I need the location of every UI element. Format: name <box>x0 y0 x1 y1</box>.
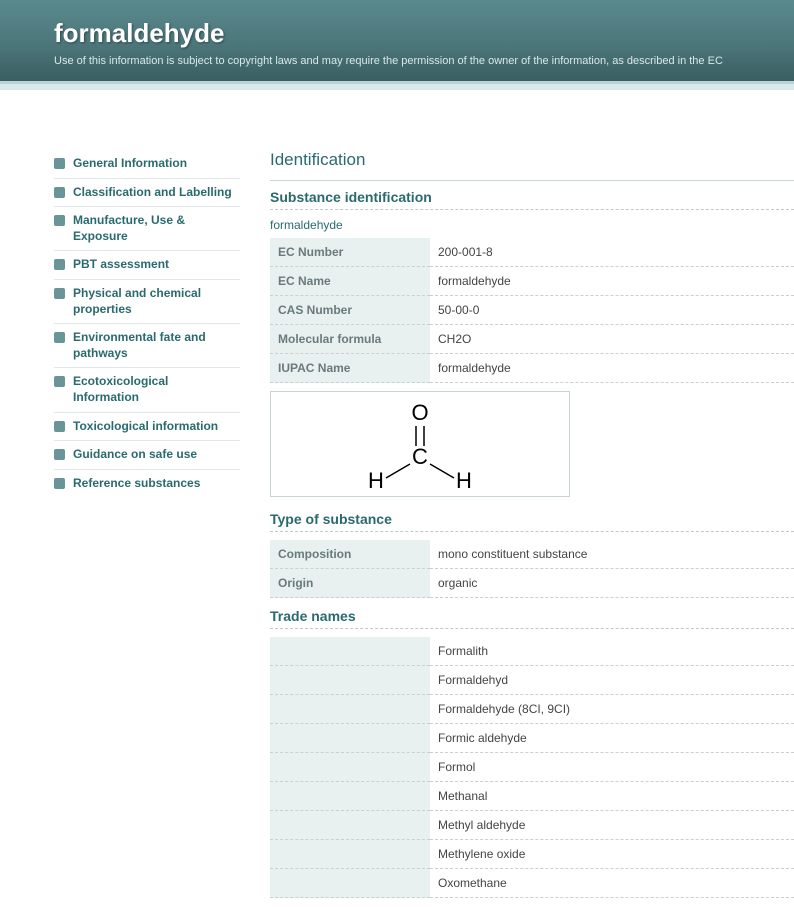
bullet-icon <box>54 288 65 299</box>
trade-name-value: Methylene oxide <box>430 840 794 869</box>
row-label: IUPAC Name <box>270 354 430 383</box>
bullet-icon <box>54 158 65 169</box>
trade-names-table: Formalith Formaldehyd Formaldehyde (8CI,… <box>270 637 794 898</box>
row-label: Molecular formula <box>270 325 430 354</box>
sidebar-item-label: Guidance on safe use <box>73 447 197 463</box>
type-table: Composition mono constituent substance O… <box>270 540 794 598</box>
sidebar-item-general-information[interactable]: General Information <box>54 150 240 179</box>
row-value: 50-00-0 <box>430 296 794 325</box>
sidebar-item-toxicological-information[interactable]: Toxicological information <box>54 413 240 442</box>
table-row: EC Number 200-001-8 <box>270 238 794 267</box>
section-trade-names: Trade names <box>270 608 794 629</box>
empty-cell <box>270 637 430 666</box>
empty-cell <box>270 695 430 724</box>
table-row: Formalith <box>270 637 794 666</box>
sidebar-item-label: Environmental fate and pathways <box>73 330 236 361</box>
table-row: CAS Number 50-00-0 <box>270 296 794 325</box>
bullet-icon <box>54 376 65 387</box>
page-header: formaldehyde Use of this information is … <box>0 0 794 84</box>
empty-cell <box>270 811 430 840</box>
svg-text:C: C <box>412 444 428 469</box>
trade-name-value: Methanal <box>430 782 794 811</box>
empty-cell <box>270 869 430 898</box>
table-row: Formic aldehyde <box>270 724 794 753</box>
molecular-structure: O C H H <box>270 391 570 497</box>
bullet-icon <box>54 421 65 432</box>
row-value: mono constituent substance <box>430 540 794 569</box>
trade-name-value: Formic aldehyde <box>430 724 794 753</box>
svg-text:H: H <box>456 468 472 492</box>
trade-name-value: Methyl aldehyde <box>430 811 794 840</box>
section-substance-identification: Substance identification <box>270 189 794 210</box>
page-title: formaldehyde <box>54 18 794 49</box>
empty-cell <box>270 666 430 695</box>
table-row: Molecular formula CH2O <box>270 325 794 354</box>
svg-text:H: H <box>368 468 384 492</box>
table-row: Formol <box>270 753 794 782</box>
sidebar-item-label: PBT assessment <box>73 257 169 273</box>
substance-name: formaldehyde <box>270 218 794 232</box>
trade-name-value: Formaldehyd <box>430 666 794 695</box>
page-subtitle: Use of this information is subject to co… <box>54 55 794 67</box>
table-row: EC Name formaldehyde <box>270 267 794 296</box>
sidebar-item-label: Ecotoxicological Information <box>73 374 236 405</box>
main-panel: Identification Substance identification … <box>240 150 794 898</box>
table-row: IUPAC Name formaldehyde <box>270 354 794 383</box>
sidebar-item-classification-and-labelling[interactable]: Classification and Labelling <box>54 179 240 208</box>
sidebar-item-label: Physical and chemical properties <box>73 286 236 317</box>
row-label: EC Name <box>270 267 430 296</box>
table-row: Origin organic <box>270 569 794 598</box>
main-heading: Identification <box>270 150 794 170</box>
bullet-icon <box>54 332 65 343</box>
empty-cell <box>270 753 430 782</box>
bullet-icon <box>54 449 65 460</box>
divider <box>270 180 794 181</box>
trade-name-value: Formalith <box>430 637 794 666</box>
sidebar-item-label: Manufacture, Use & Exposure <box>73 213 236 244</box>
sidebar-item-label: Classification and Labelling <box>73 185 232 201</box>
table-row: Formaldehyde (8CI, 9CI) <box>270 695 794 724</box>
row-label: CAS Number <box>270 296 430 325</box>
sidebar-item-guidance-on-safe-use[interactable]: Guidance on safe use <box>54 441 240 470</box>
table-row: Formaldehyd <box>270 666 794 695</box>
sidebar-item-manufacture-use-exposure[interactable]: Manufacture, Use & Exposure <box>54 207 240 251</box>
table-row: Methyl aldehyde <box>270 811 794 840</box>
row-value: formaldehyde <box>430 267 794 296</box>
row-value: formaldehyde <box>430 354 794 383</box>
sidebar-item-ecotoxicological-information[interactable]: Ecotoxicological Information <box>54 368 240 412</box>
row-value: CH2O <box>430 325 794 354</box>
sidebar-item-pbt-assessment[interactable]: PBT assessment <box>54 251 240 280</box>
sidebar-item-environmental-fate-and-pathways[interactable]: Environmental fate and pathways <box>54 324 240 368</box>
content-area: General Information Classification and L… <box>0 90 794 898</box>
trade-name-value: Formol <box>430 753 794 782</box>
empty-cell <box>270 782 430 811</box>
bullet-icon <box>54 478 65 489</box>
sidebar-item-physical-and-chemical-properties[interactable]: Physical and chemical properties <box>54 280 240 324</box>
row-label: Composition <box>270 540 430 569</box>
trade-name-value: Oxomethane <box>430 869 794 898</box>
structure-icon: O C H H <box>350 396 490 492</box>
empty-cell <box>270 840 430 869</box>
sidebar-item-label: Reference substances <box>73 476 200 492</box>
trade-name-value: Formaldehyde (8CI, 9CI) <box>430 695 794 724</box>
empty-cell <box>270 724 430 753</box>
sidebar-nav: General Information Classification and L… <box>0 150 240 898</box>
svg-text:O: O <box>411 400 428 425</box>
sidebar-item-label: General Information <box>73 156 187 172</box>
row-label: EC Number <box>270 238 430 267</box>
table-row: Composition mono constituent substance <box>270 540 794 569</box>
table-row: Methylene oxide <box>270 840 794 869</box>
bullet-icon <box>54 259 65 270</box>
bullet-icon <box>54 215 65 226</box>
table-row: Methanal <box>270 782 794 811</box>
sidebar-item-label: Toxicological information <box>73 419 218 435</box>
section-type-of-substance: Type of substance <box>270 511 794 532</box>
row-value: organic <box>430 569 794 598</box>
row-label: Origin <box>270 569 430 598</box>
bullet-icon <box>54 187 65 198</box>
row-value: 200-001-8 <box>430 238 794 267</box>
sidebar-item-reference-substances[interactable]: Reference substances <box>54 470 240 498</box>
identification-table: EC Number 200-001-8 EC Name formaldehyde… <box>270 238 794 383</box>
table-row: Oxomethane <box>270 869 794 898</box>
